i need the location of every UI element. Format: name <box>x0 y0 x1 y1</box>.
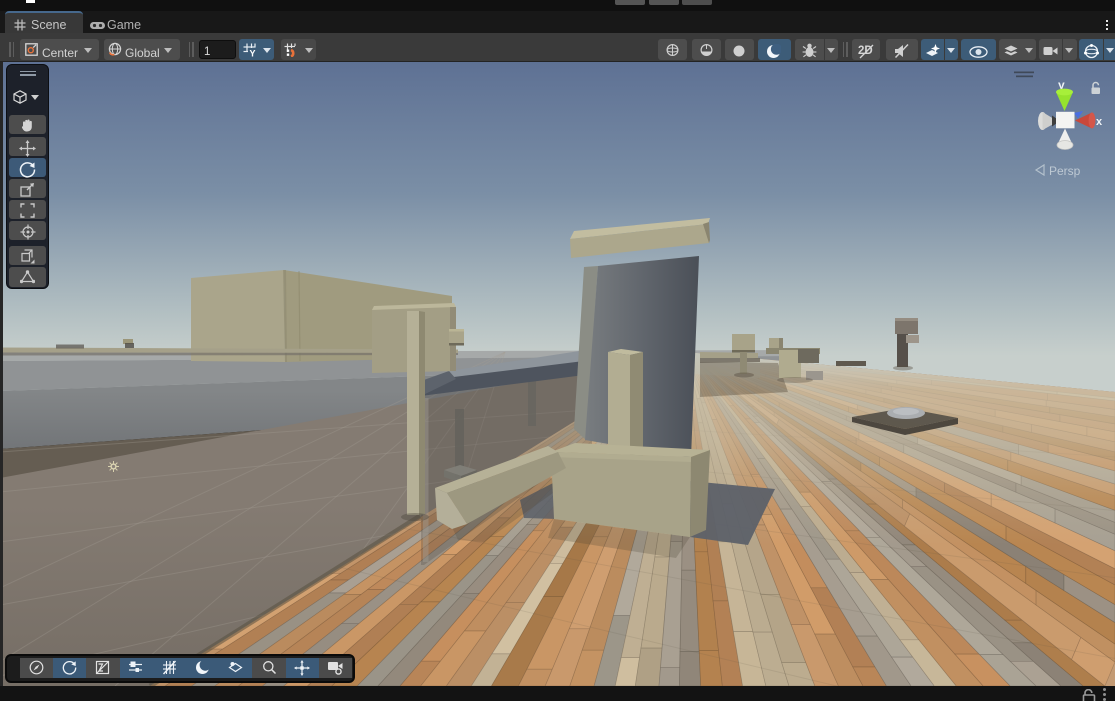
svg-text:Y: Y <box>250 49 256 58</box>
svg-text:Persp: Persp <box>1049 164 1081 178</box>
svg-text:x: x <box>1096 116 1103 128</box>
